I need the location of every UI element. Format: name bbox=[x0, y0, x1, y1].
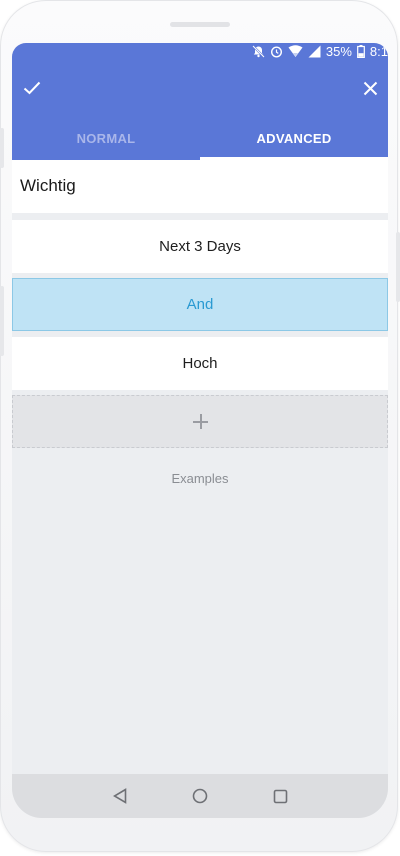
filter-next-3-days-label: Next 3 Days bbox=[159, 238, 241, 255]
filter-next-3-days[interactable]: Next 3 Days bbox=[12, 220, 388, 273]
nav-home-button[interactable] bbox=[190, 786, 210, 806]
battery-icon bbox=[357, 45, 365, 58]
check-icon bbox=[23, 81, 41, 95]
operator-and-label: And bbox=[186, 296, 214, 313]
clock: 8:1 bbox=[369, 44, 388, 59]
phone-frame: 35% 8:1 NORMAL ADVANCED Wichtig Next 3 D… bbox=[0, 0, 400, 856]
app-bar: 35% 8:1 NORMAL ADVANCED bbox=[12, 43, 388, 160]
operator-and[interactable]: And bbox=[12, 278, 388, 331]
screen: 35% 8:1 NORMAL ADVANCED Wichtig Next 3 D… bbox=[12, 43, 388, 818]
tab-advanced[interactable]: ADVANCED bbox=[200, 122, 388, 160]
add-filter-button[interactable] bbox=[12, 395, 388, 448]
square-recents-icon bbox=[273, 789, 287, 803]
filter-hoch[interactable]: Hoch bbox=[12, 337, 388, 390]
examples-link[interactable]: Examples bbox=[12, 471, 388, 486]
alarm-icon bbox=[270, 46, 282, 58]
filter-name-input[interactable] bbox=[20, 170, 380, 202]
status-bar: 35% 8:1 bbox=[12, 43, 388, 61]
nav-recents-button[interactable] bbox=[270, 786, 290, 806]
battery-percent: 35% bbox=[325, 44, 352, 59]
wifi-icon bbox=[288, 45, 303, 57]
side-button-left-top bbox=[0, 128, 4, 168]
circle-home-icon bbox=[192, 788, 208, 804]
tab-advanced-label: ADVANCED bbox=[256, 131, 332, 146]
close-button[interactable] bbox=[356, 74, 384, 102]
filter-hoch-label: Hoch bbox=[182, 355, 218, 372]
nav-bar bbox=[12, 774, 388, 818]
nav-back-button[interactable] bbox=[110, 786, 130, 806]
speaker-grille bbox=[170, 22, 230, 27]
side-button-left-bottom bbox=[0, 286, 4, 356]
mute-bell-icon bbox=[252, 45, 265, 58]
triangle-back-icon bbox=[113, 788, 127, 804]
side-button-right bbox=[396, 232, 400, 302]
confirm-button[interactable] bbox=[18, 74, 46, 102]
status-icons: 35% 8:1 bbox=[252, 44, 388, 59]
tab-normal[interactable]: NORMAL bbox=[12, 122, 200, 160]
plus-icon bbox=[193, 414, 208, 429]
close-icon bbox=[363, 81, 377, 95]
tab-normal-label: NORMAL bbox=[76, 131, 136, 146]
cell-signal-icon bbox=[308, 45, 321, 58]
filter-name-row bbox=[12, 160, 388, 213]
